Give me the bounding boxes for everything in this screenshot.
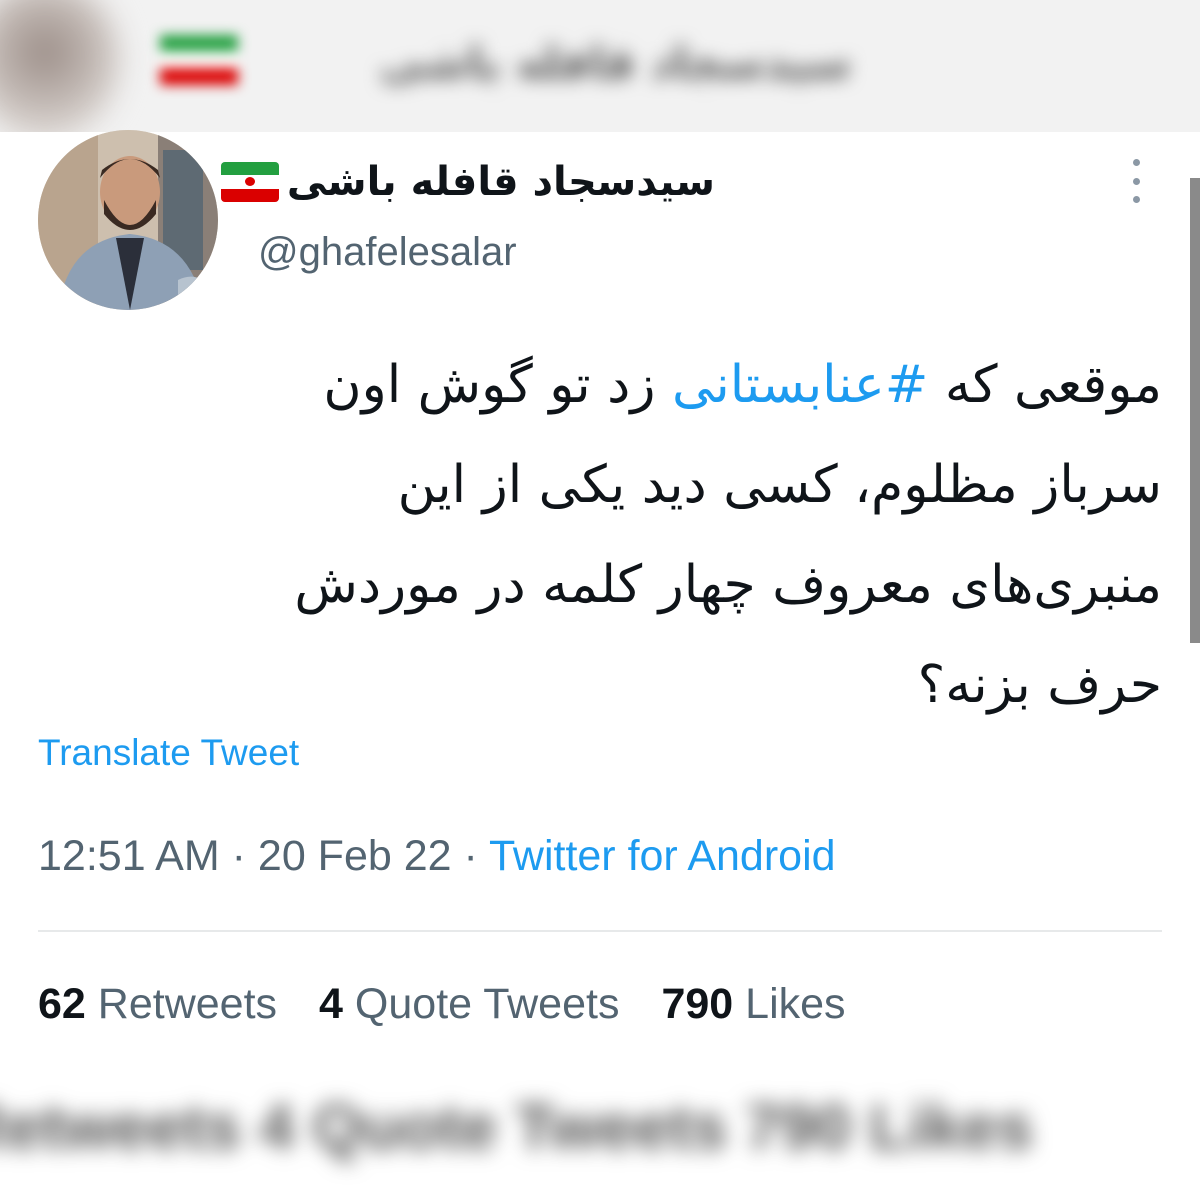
blurred-stats: Retweets 4 Quote Tweets 790 Likes bbox=[0, 1091, 1034, 1163]
blurred-footer-background: Retweets 4 Quote Tweets 790 Likes bbox=[0, 1060, 1200, 1200]
tweet-time[interactable]: 12:51 AM bbox=[38, 832, 220, 880]
quotes-count: 4 bbox=[319, 980, 343, 1028]
iran-flag-icon bbox=[220, 162, 279, 202]
translate-tweet-link[interactable]: Translate Tweet bbox=[38, 732, 299, 774]
likes-count: 790 bbox=[661, 980, 734, 1028]
user-handle[interactable]: @ghafelesalar bbox=[258, 230, 517, 275]
display-name[interactable]: سیدسجاد قافله باشی bbox=[220, 152, 715, 212]
engagement-stats: 62 Retweets 4 Quote Tweets 790 Likes bbox=[38, 980, 846, 1029]
display-name-text: سیدسجاد قافله باشی bbox=[286, 159, 715, 205]
tweet-date[interactable]: 20 Feb 22 bbox=[258, 832, 452, 880]
avatar[interactable] bbox=[38, 130, 218, 310]
hashtag-link[interactable]: #عنابستانی bbox=[672, 355, 928, 415]
meta-separator: · bbox=[219, 832, 258, 880]
quote-tweets-stat[interactable]: 4 Quote Tweets bbox=[319, 980, 619, 1029]
likes-label: Likes bbox=[745, 980, 846, 1028]
retweets-stat[interactable]: 62 Retweets bbox=[38, 980, 277, 1029]
blurred-avatar bbox=[0, 0, 120, 132]
blurred-flag-icon bbox=[160, 35, 238, 85]
blurred-header-background: سیدسجاد قافله باشی bbox=[0, 0, 1200, 132]
retweets-label: Retweets bbox=[97, 980, 278, 1028]
avatar-photo-icon bbox=[38, 130, 218, 310]
tweet-line-2: سرباز مظلوم، کسی دید یکی از این bbox=[397, 455, 1162, 515]
tweet-line-4: حرف بزنه؟ bbox=[917, 655, 1162, 715]
quotes-label: Quote Tweets bbox=[354, 980, 620, 1028]
tweet-line-3: منبری‌های معروف چهار کلمه در موردش bbox=[294, 555, 1162, 615]
divider bbox=[38, 930, 1162, 932]
more-options-icon[interactable] bbox=[1118, 155, 1154, 207]
tweet-metadata: 12:51 AM · 20 Feb 22 · Twitter for Andro… bbox=[38, 832, 836, 881]
meta-separator: · bbox=[451, 832, 489, 880]
tweet-line-1: موقعی که #عنابستانی زد تو گوش اون bbox=[323, 355, 1162, 415]
likes-stat[interactable]: 790 Likes bbox=[661, 980, 845, 1029]
edge-scrollbar bbox=[1190, 178, 1200, 643]
tweet-text: موقعی که #عنابستانی زد تو گوش اون سرباز … bbox=[150, 335, 1162, 735]
blurred-display-name: سیدسجاد قافله باشی bbox=[380, 38, 851, 89]
retweets-count: 62 bbox=[38, 980, 86, 1028]
tweet-source-link[interactable]: Twitter for Android bbox=[489, 832, 836, 880]
